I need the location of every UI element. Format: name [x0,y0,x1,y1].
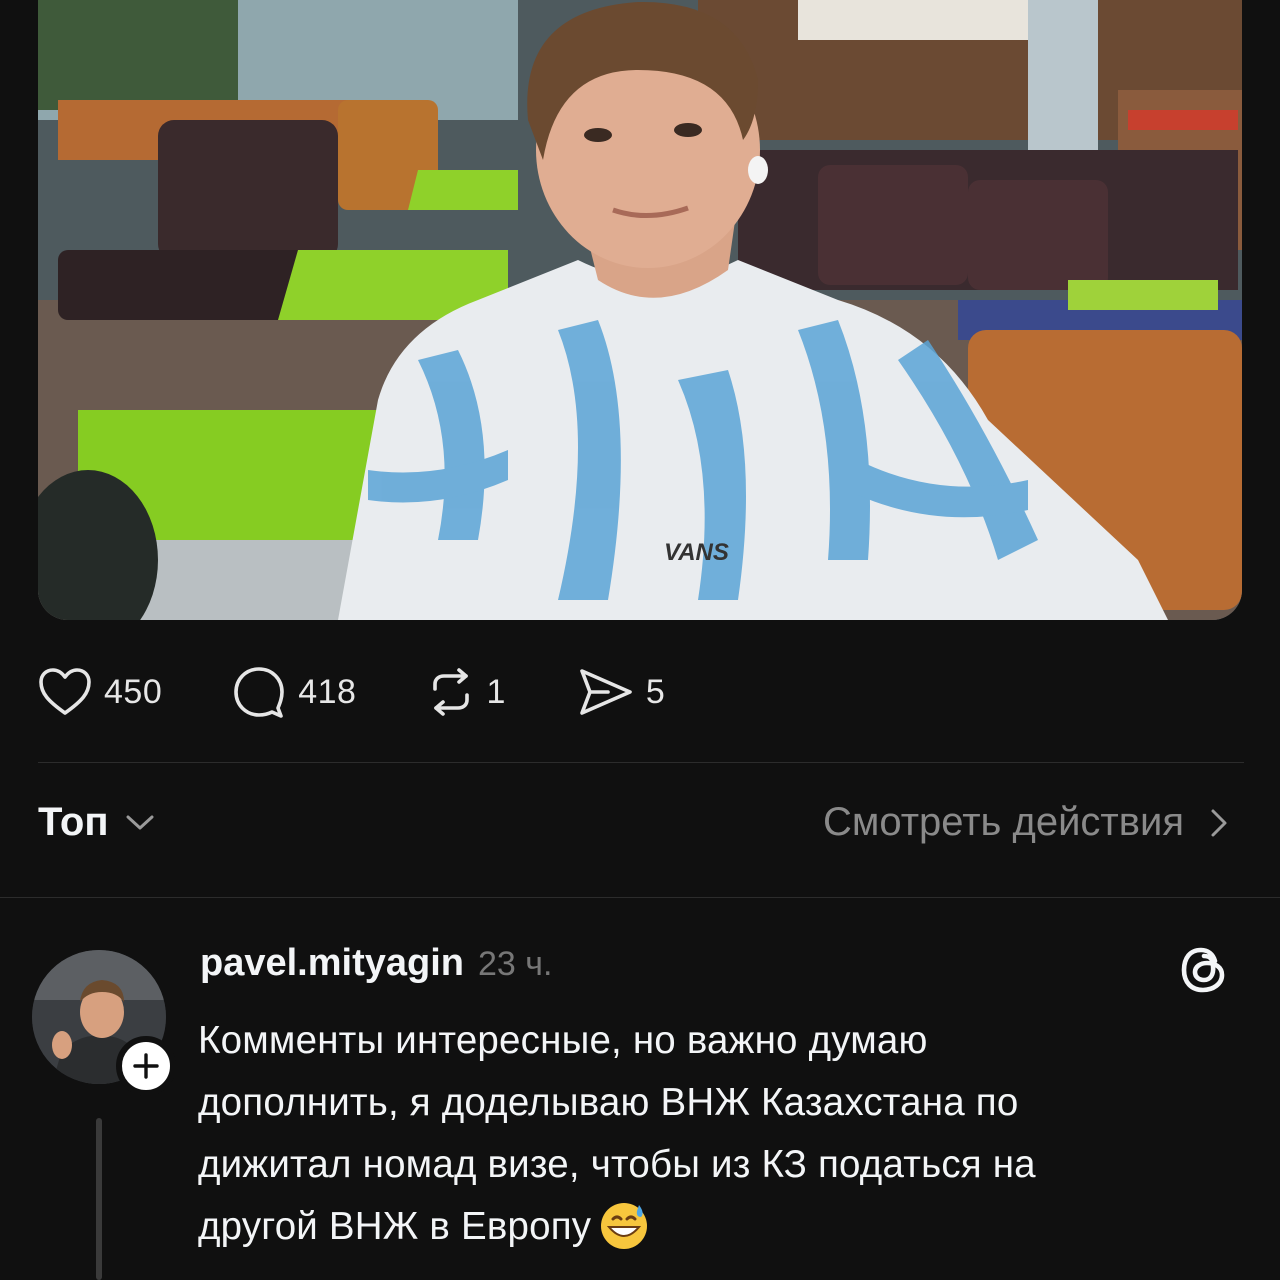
like-button[interactable]: 450 [38,667,162,717]
repost-count: 1 [486,672,506,711]
repost-icon [433,668,470,716]
like-count: 450 [104,672,163,711]
divider [0,897,1280,898]
grinning-face-with-sweat-emoji [601,1203,648,1249]
comment-text: Комменты интересные, но важно думаю допо… [198,1010,1248,1258]
comment-line-last: другой ВНЖ в Европу [198,1196,1248,1258]
replies-sort-row: Топ Смотреть действия [38,800,1228,864]
view-activity-link[interactable]: Смотреть действия [823,800,1228,845]
share-button[interactable]: 5 [578,667,665,717]
heart-icon [39,668,91,715]
post-actions: 450 418 1 5 [38,660,665,724]
post-photo-image: VANS [38,0,1242,620]
comment-line: другой ВНЖ в Европу [198,1205,592,1248]
repost-button[interactable]: 1 [426,667,505,717]
sort-label: Топ [38,800,109,844]
comment-count: 418 [298,672,357,711]
sort-dropdown[interactable]: Топ [38,800,155,845]
comment-line: Комменты интересные, но важно думаю [198,1019,928,1062]
chevron-down-icon [126,815,154,829]
username[interactable]: pavel.mityagin [200,942,464,985]
threads-logo-icon[interactable] [1178,944,1230,996]
timestamp: 23 ч. [477,945,553,983]
send-icon [580,669,632,715]
share-count: 5 [645,672,666,711]
follow-plus-button[interactable] [116,1036,176,1096]
comment-bubble-icon [234,667,285,718]
comment-meta: pavel.mityagin 23 ч. [200,942,552,998]
comment-line: дижитал номад визе, чтобы из КЗ податься… [198,1143,1036,1186]
post-photo[interactable]: VANS [38,0,1242,620]
shirt-logo-text: VANS [664,539,729,566]
thread-line [96,1118,102,1280]
chevron-right-icon [1211,809,1227,836]
view-activity-label: Смотреть действия [822,800,1184,844]
comment-line: дополнить, я доделываю ВНЖ Казахстана по [198,1081,1019,1124]
comment-button[interactable]: 418 [232,665,356,719]
plus-icon [133,1053,159,1079]
divider [38,762,1244,763]
